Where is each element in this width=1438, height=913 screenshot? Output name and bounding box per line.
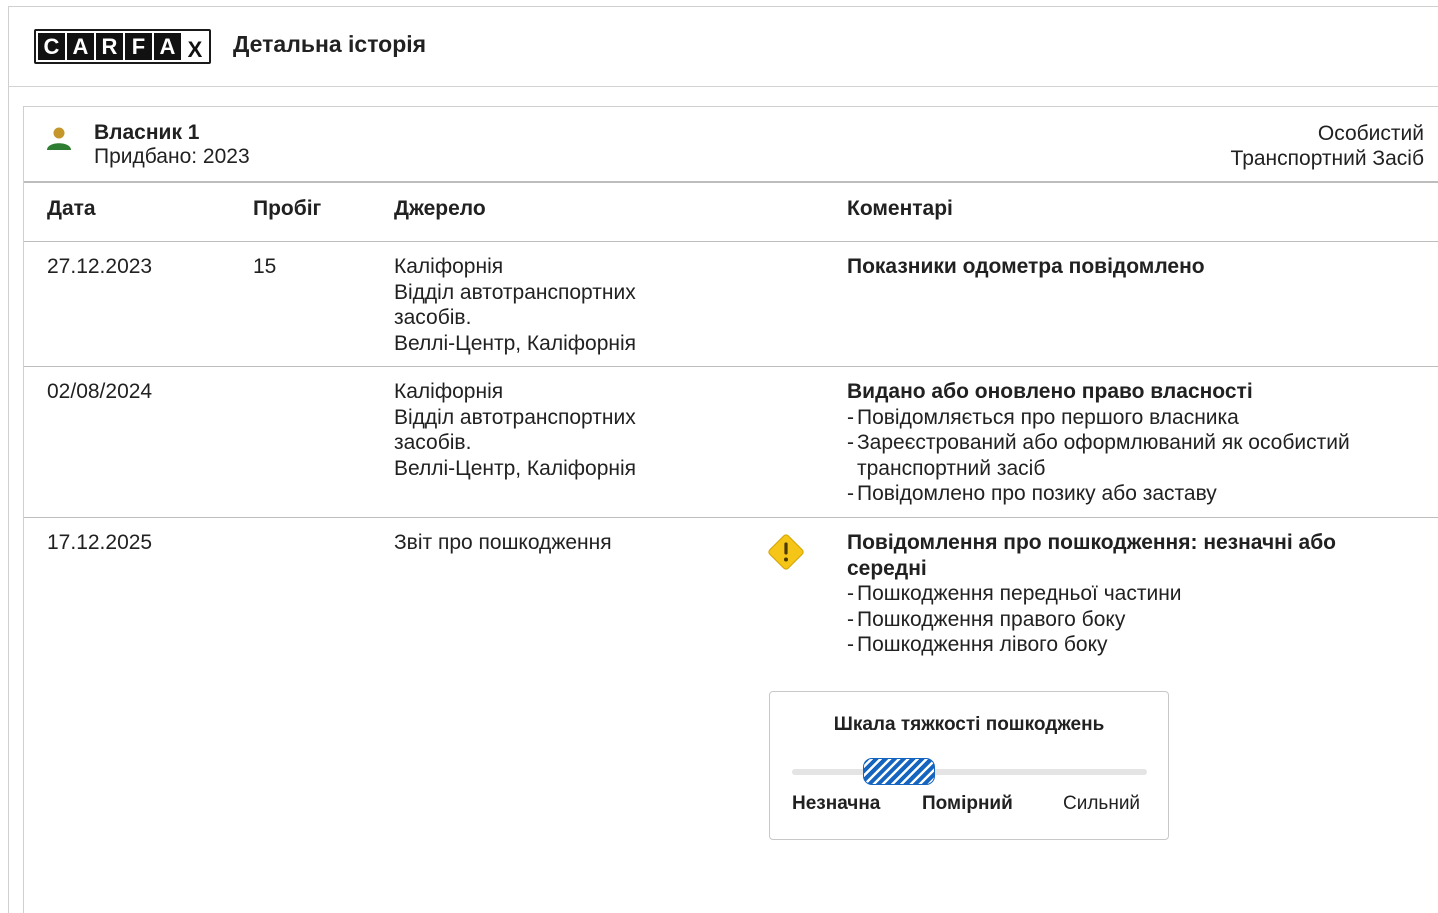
owner-header: Власник 1 Придбано: 2023 Особистий Транс… (24, 107, 1438, 183)
divider (24, 517, 1438, 518)
row-source: Каліфорнія Відділ автотранспортних засоб… (394, 255, 637, 355)
column-header-comments: Коментарі (847, 197, 953, 220)
row-date: 27.12.2023 (47, 255, 153, 278)
severity-label-severe: Сильний (1063, 793, 1141, 814)
severity-scale-title: Шкала тяжкості пошкоджень (833, 714, 1105, 735)
owner-purchase-year: Придбано: 2023 (94, 145, 250, 168)
row-date: 02/08/2024 (47, 380, 153, 403)
vehicle-use-type: Особистий Транспортний Засіб (1230, 122, 1424, 170)
row-source: Каліфорнія Відділ автотранспортних засоб… (394, 380, 637, 480)
owner-history-card: Власник 1 Придбано: 2023 Особистий Транс… (23, 106, 1438, 913)
row-mileage: 15 (253, 255, 277, 278)
owner-name: Власник 1 (94, 121, 200, 144)
column-header-source: Джерело (394, 197, 486, 220)
comment-item: Пошкодження передньої частини (847, 581, 1407, 607)
comment-item: Зареєстрований або оформлюваний як особи… (847, 430, 1417, 481)
row-comments: Повідомлення про пошкодження: незначні а… (847, 530, 1407, 658)
severity-track (792, 769, 1147, 775)
comment-item: Повідомляється про першого власника (847, 405, 1417, 431)
damage-severity-scale: Шкала тяжкості пошкоджень Незначна Помір… (769, 691, 1169, 840)
row-comment-title: Показники одометра повідомлено (847, 255, 1205, 278)
comment-item: Пошкодження правого боку (847, 607, 1407, 633)
warning-icon (768, 534, 804, 570)
report-header: C A R F A X Детальна історія (9, 7, 1438, 87)
divider (24, 366, 1438, 367)
carfax-logo: C A R F A X (34, 29, 211, 64)
row-source: Звіт про пошкодження (394, 531, 612, 554)
severity-marker (863, 758, 935, 785)
comment-item: Пошкодження лівого боку (847, 632, 1407, 658)
row-comments: Видано або оновлено право власності Пові… (847, 379, 1417, 507)
page-title: Детальна історія (233, 31, 427, 57)
severity-label-minor: Незначна (792, 793, 881, 814)
divider (24, 241, 1438, 242)
column-header-date: Дата (47, 197, 96, 220)
severity-label-moderate: Помірний (922, 793, 1013, 814)
comment-item: Повідомлено про позику або заставу (847, 481, 1417, 507)
row-date: 17.12.2025 (47, 531, 153, 554)
person-icon (47, 127, 71, 150)
report-frame: C A R F A X Детальна історія Власник 1 П… (8, 6, 1438, 913)
column-header-mileage: Пробіг (253, 197, 322, 220)
